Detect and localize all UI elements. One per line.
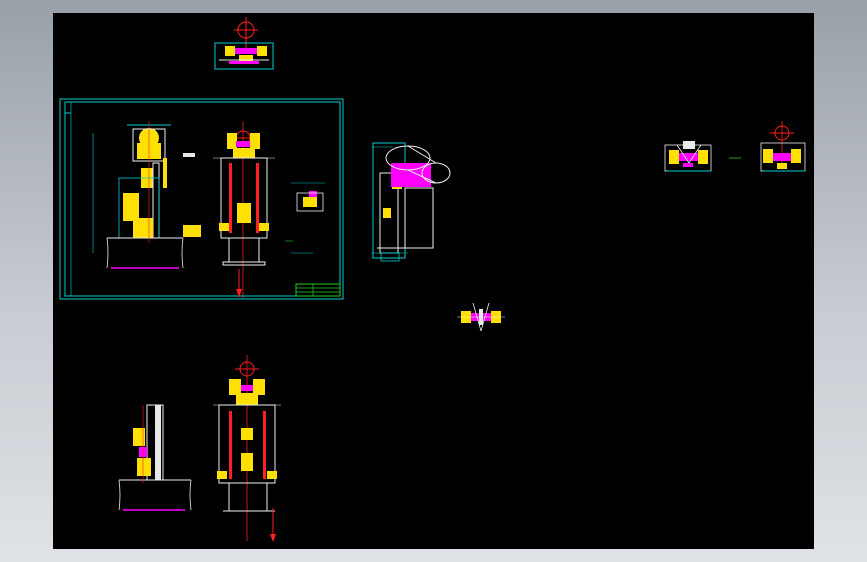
top-wheel-detail xyxy=(214,17,274,70)
cad-model-space[interactable] xyxy=(53,13,814,549)
right-wheel-detail-a xyxy=(664,141,741,172)
cad-drawing xyxy=(59,17,806,542)
bottom-side-view xyxy=(118,404,192,511)
front-view-sheet xyxy=(213,121,275,298)
center-roller-detail xyxy=(457,302,505,332)
part-detail-sheet xyxy=(285,182,325,254)
title-sheet-frame xyxy=(59,98,344,300)
bottom-front-view xyxy=(213,355,281,542)
right-wheel-detail-b xyxy=(760,121,806,172)
motor-drive-view xyxy=(371,142,451,262)
side-view-sheet xyxy=(92,121,201,269)
